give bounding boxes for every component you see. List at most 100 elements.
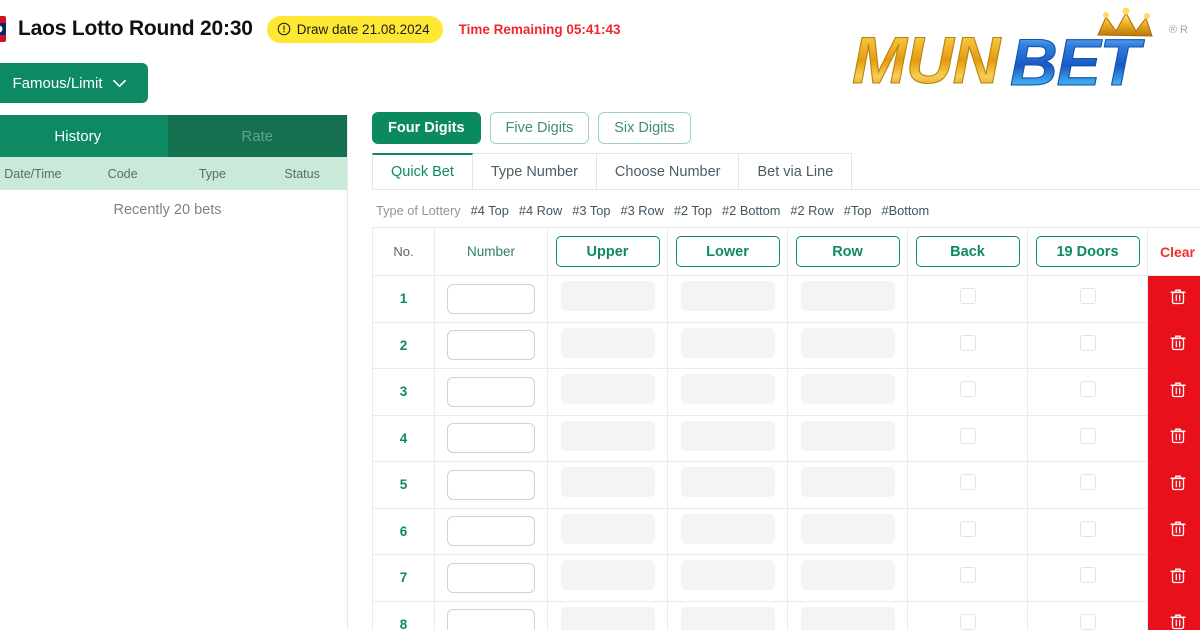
col-clear[interactable]: Clear [1147,227,1200,276]
row-row-cell[interactable] [787,600,908,630]
row-19doors-cell[interactable] [1027,414,1148,462]
row-lower-cell[interactable] [667,461,788,509]
trash-icon[interactable] [1169,334,1186,351]
trash-icon[interactable] [1169,567,1186,584]
lottery-type-2-top[interactable]: #2 Top [674,203,712,218]
row-lower-cell[interactable] [667,507,788,555]
row-delete-cell[interactable] [1147,321,1200,369]
tab-five-digits[interactable]: Five Digits [489,112,590,144]
nineteen-doors-checkbox[interactable] [1079,474,1096,491]
back-checkbox[interactable] [959,613,976,630]
row-delete-cell[interactable] [1147,554,1200,602]
trash-icon[interactable] [1169,427,1186,444]
row-upper-cell[interactable] [547,275,668,323]
munbet-logo[interactable]: MUN BET ® R [824,2,1194,107]
upper-amount-box[interactable] [560,560,655,591]
row-back-cell[interactable] [907,600,1028,630]
lottery-type-4-top[interactable]: #4 Top [471,203,509,218]
row-lower-cell[interactable] [667,600,788,630]
nineteen-doors-checkbox[interactable] [1079,613,1096,630]
tab-six-digits[interactable]: Six Digits [598,112,691,144]
row-amount-box[interactable] [800,513,895,544]
row-upper-cell[interactable] [547,368,668,416]
row-lower-cell[interactable] [667,275,788,323]
row-row-cell[interactable] [787,461,908,509]
row-19doors-cell[interactable] [1027,368,1148,416]
back-checkbox[interactable] [959,474,976,491]
row-row-cell[interactable] [787,275,908,323]
lower-amount-box[interactable] [680,606,775,630]
back-checkbox[interactable] [959,567,976,584]
row-upper-cell[interactable] [547,554,668,602]
row-button[interactable]: Row [795,236,900,267]
row-amount-box[interactable] [800,606,895,630]
famous-limit-button[interactable]: Famous/Limit [0,63,148,103]
upper-button[interactable]: Upper [555,236,660,267]
upper-amount-box[interactable] [560,513,655,544]
row-delete-cell[interactable] [1147,507,1200,555]
row-lower-cell[interactable] [667,414,788,462]
lottery-type-2-bottom[interactable]: #2 Bottom [722,203,780,218]
lottery-type-4-row[interactable]: #4 Row [519,203,562,218]
row-row-cell[interactable] [787,321,908,369]
nineteen-doors-checkbox[interactable] [1079,334,1096,351]
row-back-cell[interactable] [907,368,1028,416]
back-button[interactable]: Back [915,236,1020,267]
upper-amount-box[interactable] [560,327,655,358]
row-lower-cell[interactable] [667,554,788,602]
row-lower-cell[interactable] [667,368,788,416]
trash-icon[interactable] [1169,381,1186,398]
number-input[interactable] [447,283,535,314]
row-delete-cell[interactable] [1147,414,1200,462]
row-19doors-cell[interactable] [1027,600,1148,630]
lower-amount-box[interactable] [680,467,775,498]
tab-quick-bet[interactable]: Quick Bet [372,153,473,189]
row-19doors-cell[interactable] [1027,321,1148,369]
tab-bet-via-line[interactable]: Bet via Line [739,153,853,189]
back-checkbox[interactable] [959,520,976,537]
upper-amount-box[interactable] [560,374,655,405]
lower-amount-box[interactable] [680,560,775,591]
row-row-cell[interactable] [787,414,908,462]
tab-four-digits[interactable]: Four Digits [372,112,481,144]
nineteen-doors-checkbox[interactable] [1079,427,1096,444]
row-upper-cell[interactable] [547,600,668,630]
nineteen-doors-checkbox[interactable] [1079,381,1096,398]
lower-amount-box[interactable] [680,374,775,405]
tab-choose-number[interactable]: Choose Number [596,153,740,189]
row-amount-box[interactable] [800,374,895,405]
lottery-type-bottom[interactable]: #Bottom [882,203,930,218]
sidebar-tab-history[interactable]: History [0,115,168,157]
back-checkbox[interactable] [959,334,976,351]
row-amount-box[interactable] [800,327,895,358]
upper-amount-box[interactable] [560,281,655,312]
row-upper-cell[interactable] [547,321,668,369]
trash-icon[interactable] [1169,288,1186,305]
upper-amount-box[interactable] [560,606,655,630]
number-input[interactable] [447,516,535,547]
nineteen-doors-checkbox[interactable] [1079,288,1096,305]
row-lower-cell[interactable] [667,321,788,369]
row-19doors-cell[interactable] [1027,554,1148,602]
trash-icon[interactable] [1169,520,1186,537]
number-input[interactable] [447,562,535,593]
row-back-cell[interactable] [907,414,1028,462]
back-checkbox[interactable] [959,381,976,398]
upper-amount-box[interactable] [560,420,655,451]
row-back-cell[interactable] [907,461,1028,509]
row-back-cell[interactable] [907,321,1028,369]
tab-type-number[interactable]: Type Number [472,153,597,189]
row-amount-box[interactable] [800,420,895,451]
row-19doors-cell[interactable] [1027,507,1148,555]
trash-icon[interactable] [1169,474,1186,491]
number-input[interactable] [447,423,535,454]
row-amount-box[interactable] [800,467,895,498]
lower-amount-box[interactable] [680,513,775,544]
row-amount-box[interactable] [800,560,895,591]
trash-icon[interactable] [1169,613,1186,630]
back-checkbox[interactable] [959,427,976,444]
nineteen-doors-button[interactable]: 19 Doors [1035,236,1140,267]
row-row-cell[interactable] [787,368,908,416]
row-back-cell[interactable] [907,275,1028,323]
number-input[interactable] [447,330,535,361]
